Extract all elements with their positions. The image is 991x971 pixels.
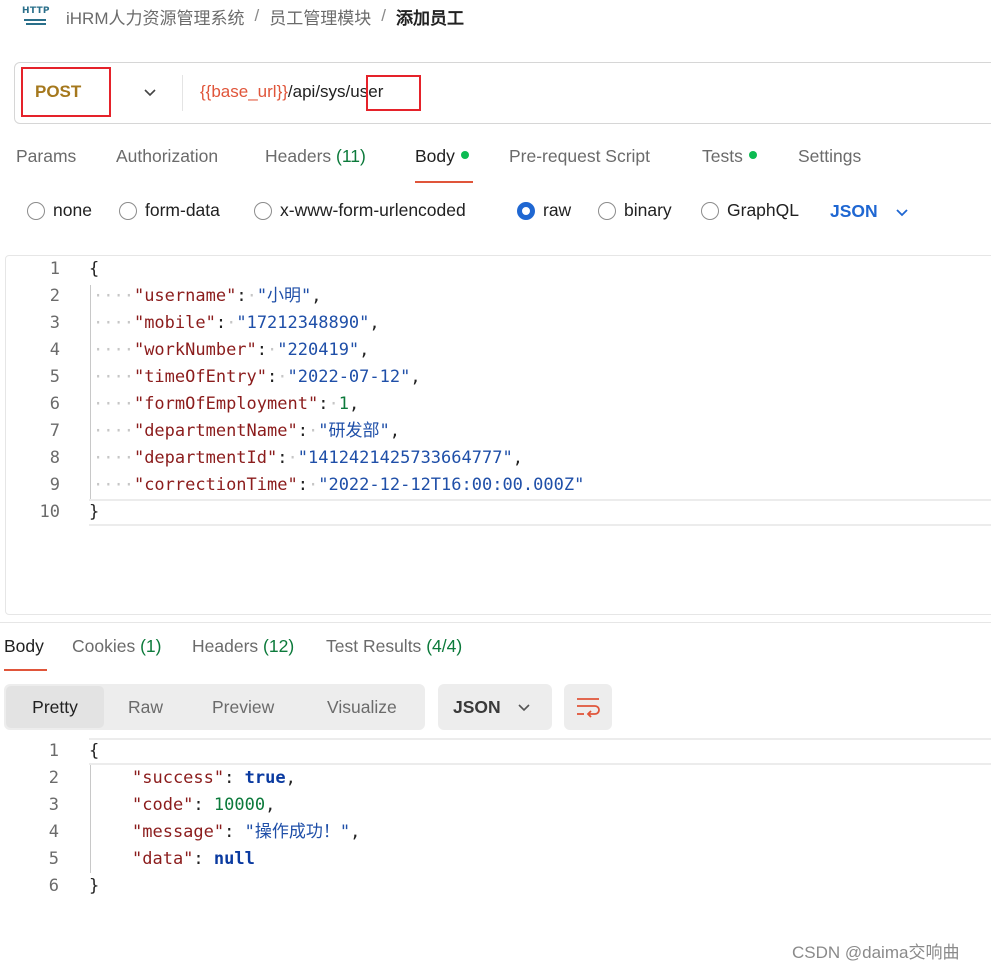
line-number: 1 <box>48 741 59 761</box>
json-line: ····"departmentId":·"1412421425733664777… <box>93 448 523 468</box>
json-line: "success": true, <box>132 768 296 788</box>
line-number: 5 <box>49 367 60 387</box>
json-line: ····"departmentName":·"研发部", <box>93 421 400 441</box>
json-line: "data": null <box>132 849 255 869</box>
status-dot <box>748 151 757 159</box>
radio-none[interactable]: none <box>27 200 92 221</box>
line-number: 9 <box>49 475 60 495</box>
tab-headers[interactable]: Headers (11) <box>265 146 366 167</box>
line-number: 1 <box>49 259 60 279</box>
json-brace: } <box>89 876 100 896</box>
line-number: 3 <box>49 313 60 333</box>
line-number: 4 <box>48 822 59 842</box>
json-line: ····"username":·"小明", <box>93 286 322 306</box>
radio-graphql[interactable]: GraphQL <box>701 200 799 221</box>
breadcrumb: HTTP iHRM人力资源管理系统 / 员工管理模块 / 添加员工 <box>22 3 464 29</box>
tab-test-results[interactable]: Test Results (4/4) <box>326 636 462 657</box>
divider <box>182 75 183 111</box>
http-request-icon: HTTP <box>22 3 50 29</box>
request-name[interactable]: 添加员工 <box>396 4 464 29</box>
response-format-select[interactable]: JSON <box>438 684 552 730</box>
pane-divider[interactable] <box>0 622 991 623</box>
chevron-down-icon <box>518 704 530 712</box>
breadcrumb-folder[interactable]: 员工管理模块 <box>269 4 371 29</box>
json-line: ····"timeOfEntry":·"2022-07-12", <box>93 367 421 387</box>
json-line: "code": 10000, <box>132 795 276 815</box>
tab-tests[interactable]: Tests <box>702 146 757 167</box>
radio-x-www-form-urlencoded[interactable]: x-www-form-urlencoded <box>254 200 466 221</box>
tab-cookies[interactable]: Cookies (1) <box>72 636 162 657</box>
view-visualize-button[interactable]: Visualize <box>327 684 397 730</box>
json-brace: { <box>89 741 100 761</box>
json-brace: } <box>89 502 100 522</box>
active-tab-indicator <box>4 669 47 671</box>
radio-binary[interactable]: binary <box>598 200 672 221</box>
line-number: 2 <box>49 286 60 306</box>
json-line: "message": "操作成功！", <box>132 822 361 842</box>
breadcrumb-collection[interactable]: iHRM人力资源管理系统 <box>66 4 245 29</box>
tab-authorization[interactable]: Authorization <box>116 146 218 167</box>
radio-form-data[interactable]: form-data <box>119 200 220 221</box>
active-tab-indicator <box>415 181 473 183</box>
json-line: ····"mobile":·"17212348890", <box>93 313 380 333</box>
request-url-bar: POST {{base_url}}/api/sys/user <box>14 62 991 124</box>
breadcrumb-separator: / <box>254 6 260 25</box>
line-number: 7 <box>49 421 60 441</box>
radio-raw[interactable]: raw <box>517 200 571 221</box>
breadcrumb-separator: / <box>381 6 386 25</box>
line-number: 2 <box>48 768 59 788</box>
line-number: 10 <box>39 502 60 522</box>
endpoint-highlight-box <box>366 75 421 111</box>
line-number: 4 <box>49 340 60 360</box>
tab-pre-request-script[interactable]: Pre-request Script <box>509 146 650 167</box>
indent-guide <box>90 765 91 873</box>
json-line: ····"formOfEmployment":·1, <box>93 394 360 414</box>
indent-guide <box>90 285 91 501</box>
tab-settings[interactable]: Settings <box>798 146 861 167</box>
line-number: 5 <box>48 849 59 869</box>
status-dot <box>460 151 469 159</box>
tab-response-headers[interactable]: Headers (12) <box>192 636 294 657</box>
line-number: 6 <box>48 876 59 896</box>
wrap-lines-icon <box>577 698 600 718</box>
url-input[interactable]: {{base_url}}/api/sys/user <box>200 82 383 102</box>
http-method-select[interactable]: POST <box>21 67 111 117</box>
tab-params[interactable]: Params <box>16 146 76 167</box>
response-view-switcher: Pretty Raw Preview Visualize <box>4 684 425 730</box>
line-number: 3 <box>48 795 59 815</box>
line-number: 8 <box>49 448 60 468</box>
wrap-lines-button[interactable] <box>564 684 612 730</box>
json-brace: { <box>89 259 100 279</box>
tab-body[interactable]: Body <box>415 146 469 167</box>
body-language-select[interactable]: JSON <box>830 201 910 222</box>
view-preview-button[interactable]: Preview <box>212 684 274 730</box>
chevron-down-icon <box>896 208 908 216</box>
json-line: ····"workNumber":·"220419", <box>93 340 370 360</box>
json-line: ····"correctionTime":·"2022-12-12T16:00:… <box>93 475 585 495</box>
chevron-down-icon[interactable] <box>141 83 159 101</box>
line-number: 6 <box>49 394 60 414</box>
url-path: /api/sys/ <box>287 82 351 101</box>
view-pretty-button[interactable]: Pretty <box>6 686 104 728</box>
url-variable: {{base_url}} <box>200 82 288 101</box>
watermark: CSDN @daima交响曲 <box>792 943 960 962</box>
tab-response-body[interactable]: Body <box>4 636 44 657</box>
current-line-highlight <box>89 499 991 526</box>
view-raw-button[interactable]: Raw <box>128 684 163 730</box>
current-line-highlight <box>89 738 991 765</box>
